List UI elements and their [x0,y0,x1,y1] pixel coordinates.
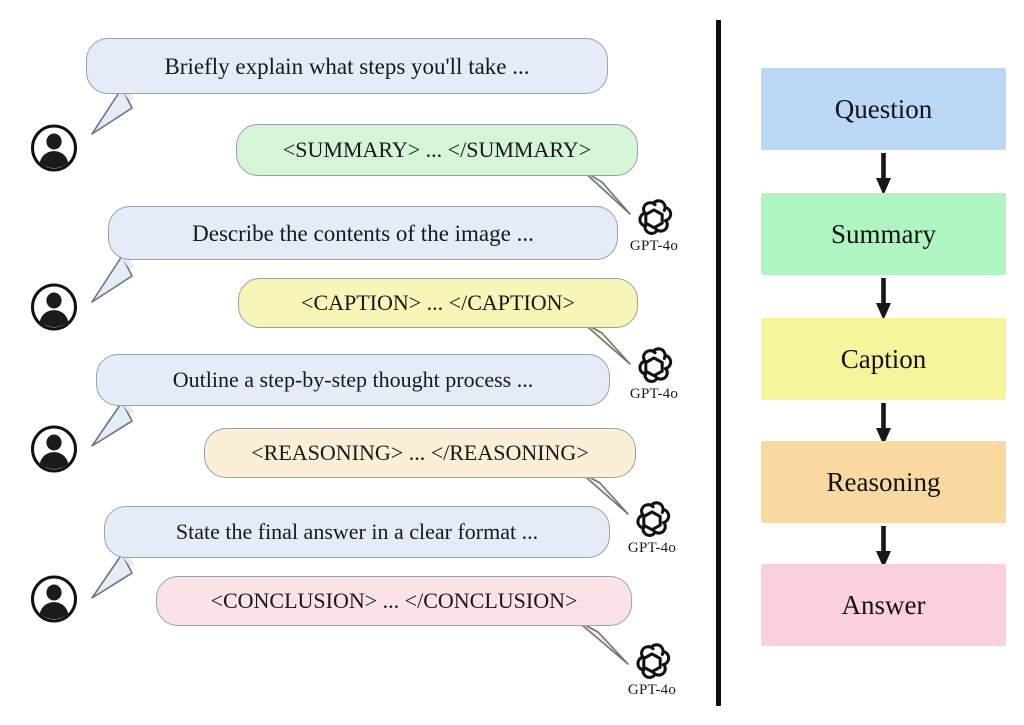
chat-bubble-user: Describe the contents of the image ... [108,206,618,260]
chat-bubble-text: <SUMMARY> ... </SUMMARY> [282,137,592,162]
assistant-badge: GPT-4o [626,196,682,254]
assistant-label: GPT-4o [629,386,679,402]
flow-node-answer: Answer [761,564,1006,646]
bubble-tail [91,398,134,447]
user-avatar-icon [30,425,78,473]
bubble-tail [91,252,135,303]
pipeline-flowchart: Question Summary Caption Reasoning Answe… [716,0,1024,725]
openai-logo-icon [638,347,673,383]
chat-bubble-text: Briefly explain what steps you'll take .… [164,53,530,79]
assistant-label: GPT-4o [627,540,677,556]
user-avatar-icon [30,575,78,623]
flow-node-label: Caption [840,343,927,374]
openai-logo-icon [636,501,671,537]
flow-node-caption: Caption [761,318,1006,400]
chat-bubble-assistant: <CONCLUSION> ... </CONCLUSION> [156,576,632,626]
flow-node-label: Question [834,93,933,124]
chat-bubble-assistant: <REASONING> ... </REASONING> [204,428,636,478]
flow-node-label: Reasoning [826,466,941,497]
chat-bubble-assistant: <CAPTION> ... </CAPTION> [238,278,638,328]
flow-node-label: Answer [841,589,926,620]
user-avatar-icon [30,124,78,172]
chat-bubble-user: State the final answer in a clear format… [104,506,610,558]
chat-bubble-text: <CAPTION> ... </CAPTION> [301,290,575,315]
chat-bubble-user: Outline a step-by-step thought process .… [96,354,610,406]
chat-bubble-text: <REASONING> ... </REASONING> [251,440,589,465]
flow-node-summary: Summary [761,193,1006,275]
openai-logo-icon [638,199,673,235]
flow-node-question: Question [761,68,1006,150]
user-avatar-icon [30,283,78,331]
flow-node-reasoning: Reasoning [761,441,1006,523]
assistant-label: GPT-4o [627,682,677,698]
diagram-canvas: Briefly explain what steps you'll take .… [0,0,1024,725]
bubble-tail [91,550,134,599]
chat-panel: Briefly explain what steps you'll take .… [0,0,716,725]
assistant-badge: GPT-4o [626,344,682,402]
arrow-down-icon [876,153,891,195]
chat-bubble-text: State the final answer in a clear format… [175,519,539,544]
arrow-down-icon [876,278,891,320]
chat-bubble-text: Outline a step-by-step thought process .… [172,367,534,392]
flow-node-label: Summary [831,218,936,249]
chat-bubble-assistant: <SUMMARY> ... </SUMMARY> [236,124,638,176]
assistant-badge: GPT-4o [624,498,680,556]
chat-bubble-text: <CONCLUSION> ... </CONCLUSION> [210,588,578,613]
bubble-tail [91,84,135,135]
chat-bubble-text: Describe the contents of the image ... [192,220,534,246]
openai-logo-icon [636,643,671,679]
chat-bubble-user: Briefly explain what steps you'll take .… [86,38,608,94]
assistant-badge: GPT-4o [624,640,680,698]
assistant-label: GPT-4o [629,238,679,254]
